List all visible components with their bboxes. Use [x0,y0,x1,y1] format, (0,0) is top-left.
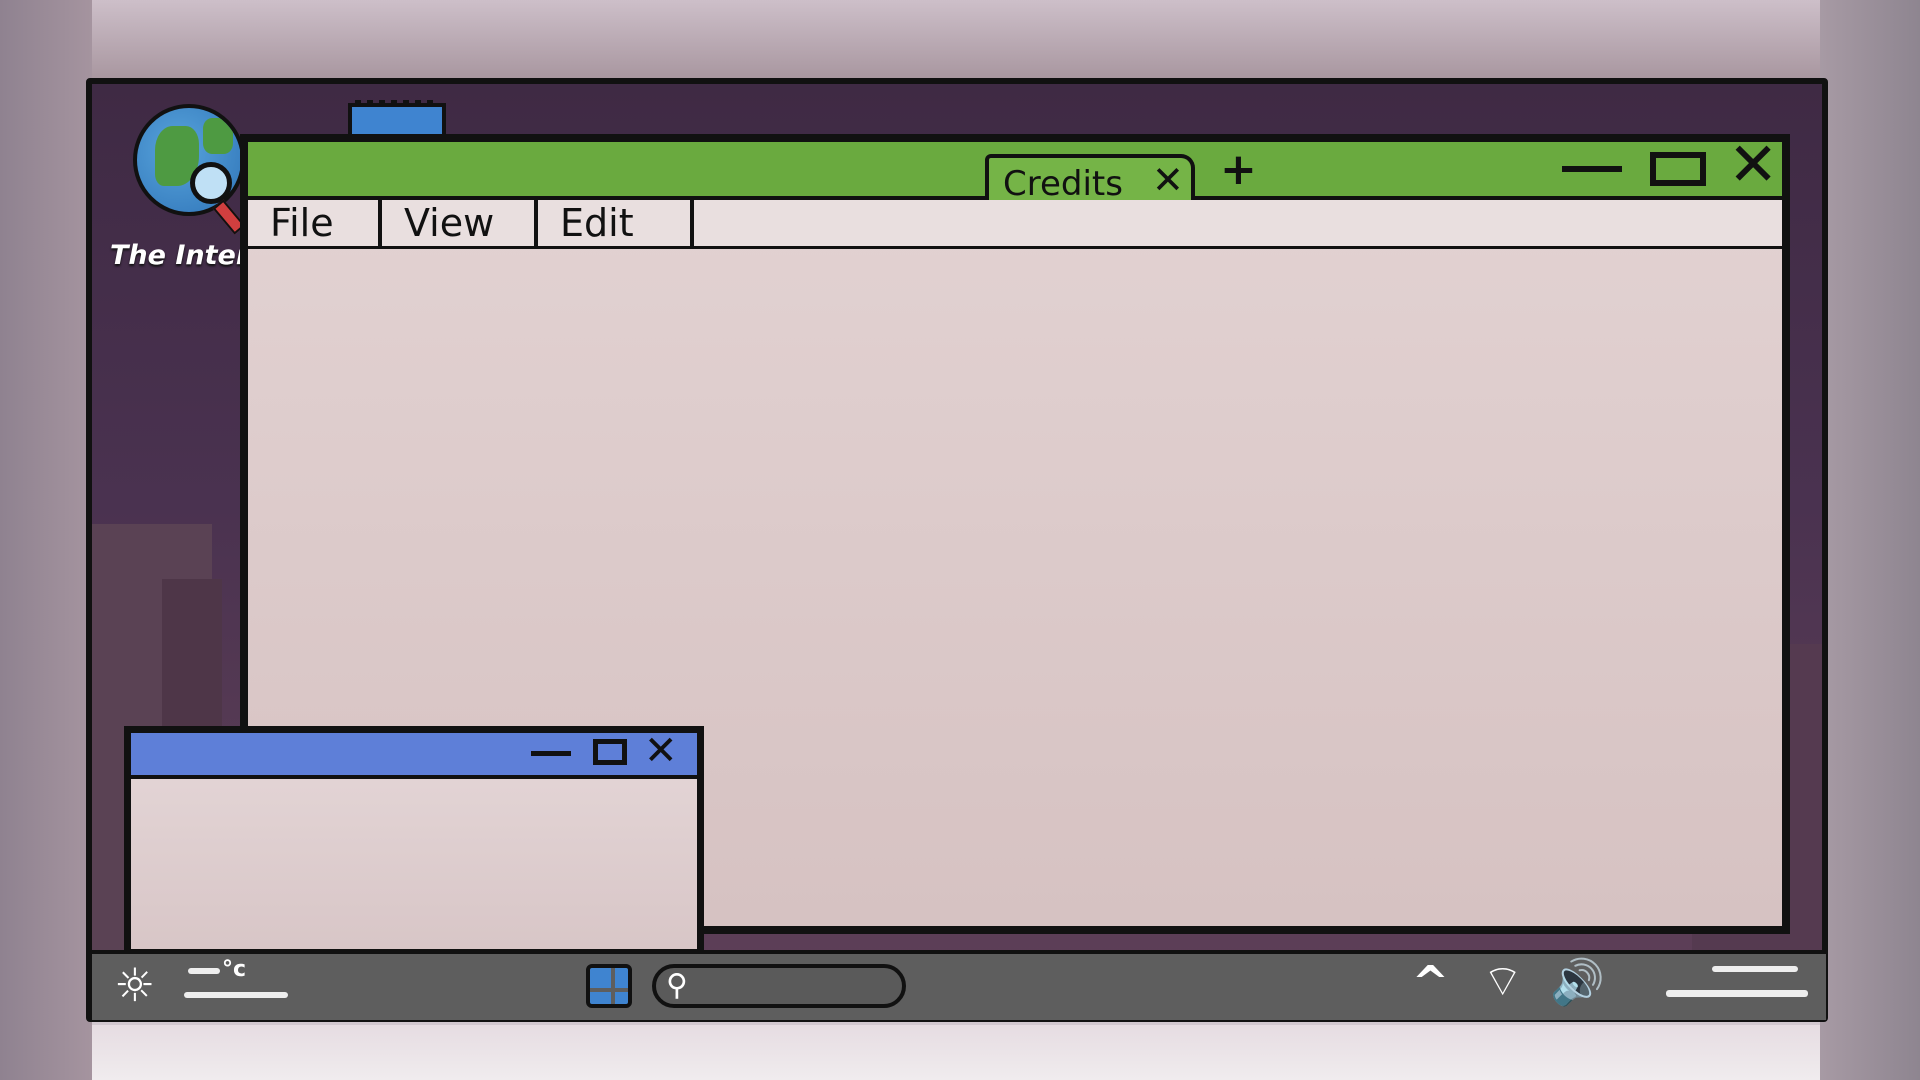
volume-icon[interactable]: 🔊 [1550,956,1605,1010]
search-input[interactable] [700,972,894,1002]
desktop-icon-label-internet[interactable]: The Inter [110,240,249,271]
chevron-up-icon[interactable]: ^ [1412,958,1449,1008]
tab-credits[interactable]: Credits ✕ [985,154,1195,204]
window-title-bar[interactable]: Credits ✕ + ✕ [248,135,1782,204]
tab-label: Credits [1003,164,1123,204]
temperature-value [188,968,220,974]
menu-edit[interactable]: Edit [538,200,694,246]
taskbar: ☼ °c ⚲ ^ ⌔ 🔊 [92,950,1826,1020]
clock-date[interactable] [1666,990,1808,997]
start-menu-icon[interactable] [586,964,632,1008]
close-icon[interactable]: ✕ [1728,135,1778,195]
globe-icon[interactable] [133,104,245,216]
room-wall-right [1820,0,1920,1080]
room-wall-left [0,0,92,1080]
clock-time[interactable] [1712,966,1798,972]
search-icon: ⚲ [666,968,688,1003]
close-icon[interactable]: ✕ [644,729,678,773]
menu-file[interactable]: File [248,200,382,246]
new-tab-icon[interactable]: + [1220,148,1257,192]
taskbar-search[interactable]: ⚲ [652,964,906,1008]
small-window-content [131,779,697,949]
small-window-title-bar[interactable]: ✕ [131,729,697,779]
minimize-icon[interactable] [531,751,571,756]
sun-icon[interactable]: ☼ [114,960,155,1010]
minimize-icon[interactable] [1562,166,1622,172]
small-window: ✕ [124,726,704,956]
magnifier-icon [190,162,232,204]
wifi-icon[interactable]: ⌔ [1482,954,1523,1010]
menu-view[interactable]: View [382,200,538,246]
weather-text-line [184,992,288,998]
temperature-unit: °c [222,957,247,982]
menu-bar: File View Edit [248,200,1782,249]
maximize-icon[interactable] [1650,152,1706,186]
room-wall-bottom [0,1025,1920,1080]
room-wall-top [0,0,1920,80]
maximize-icon[interactable] [593,739,627,765]
tab-close-icon[interactable]: ✕ [1152,160,1184,200]
